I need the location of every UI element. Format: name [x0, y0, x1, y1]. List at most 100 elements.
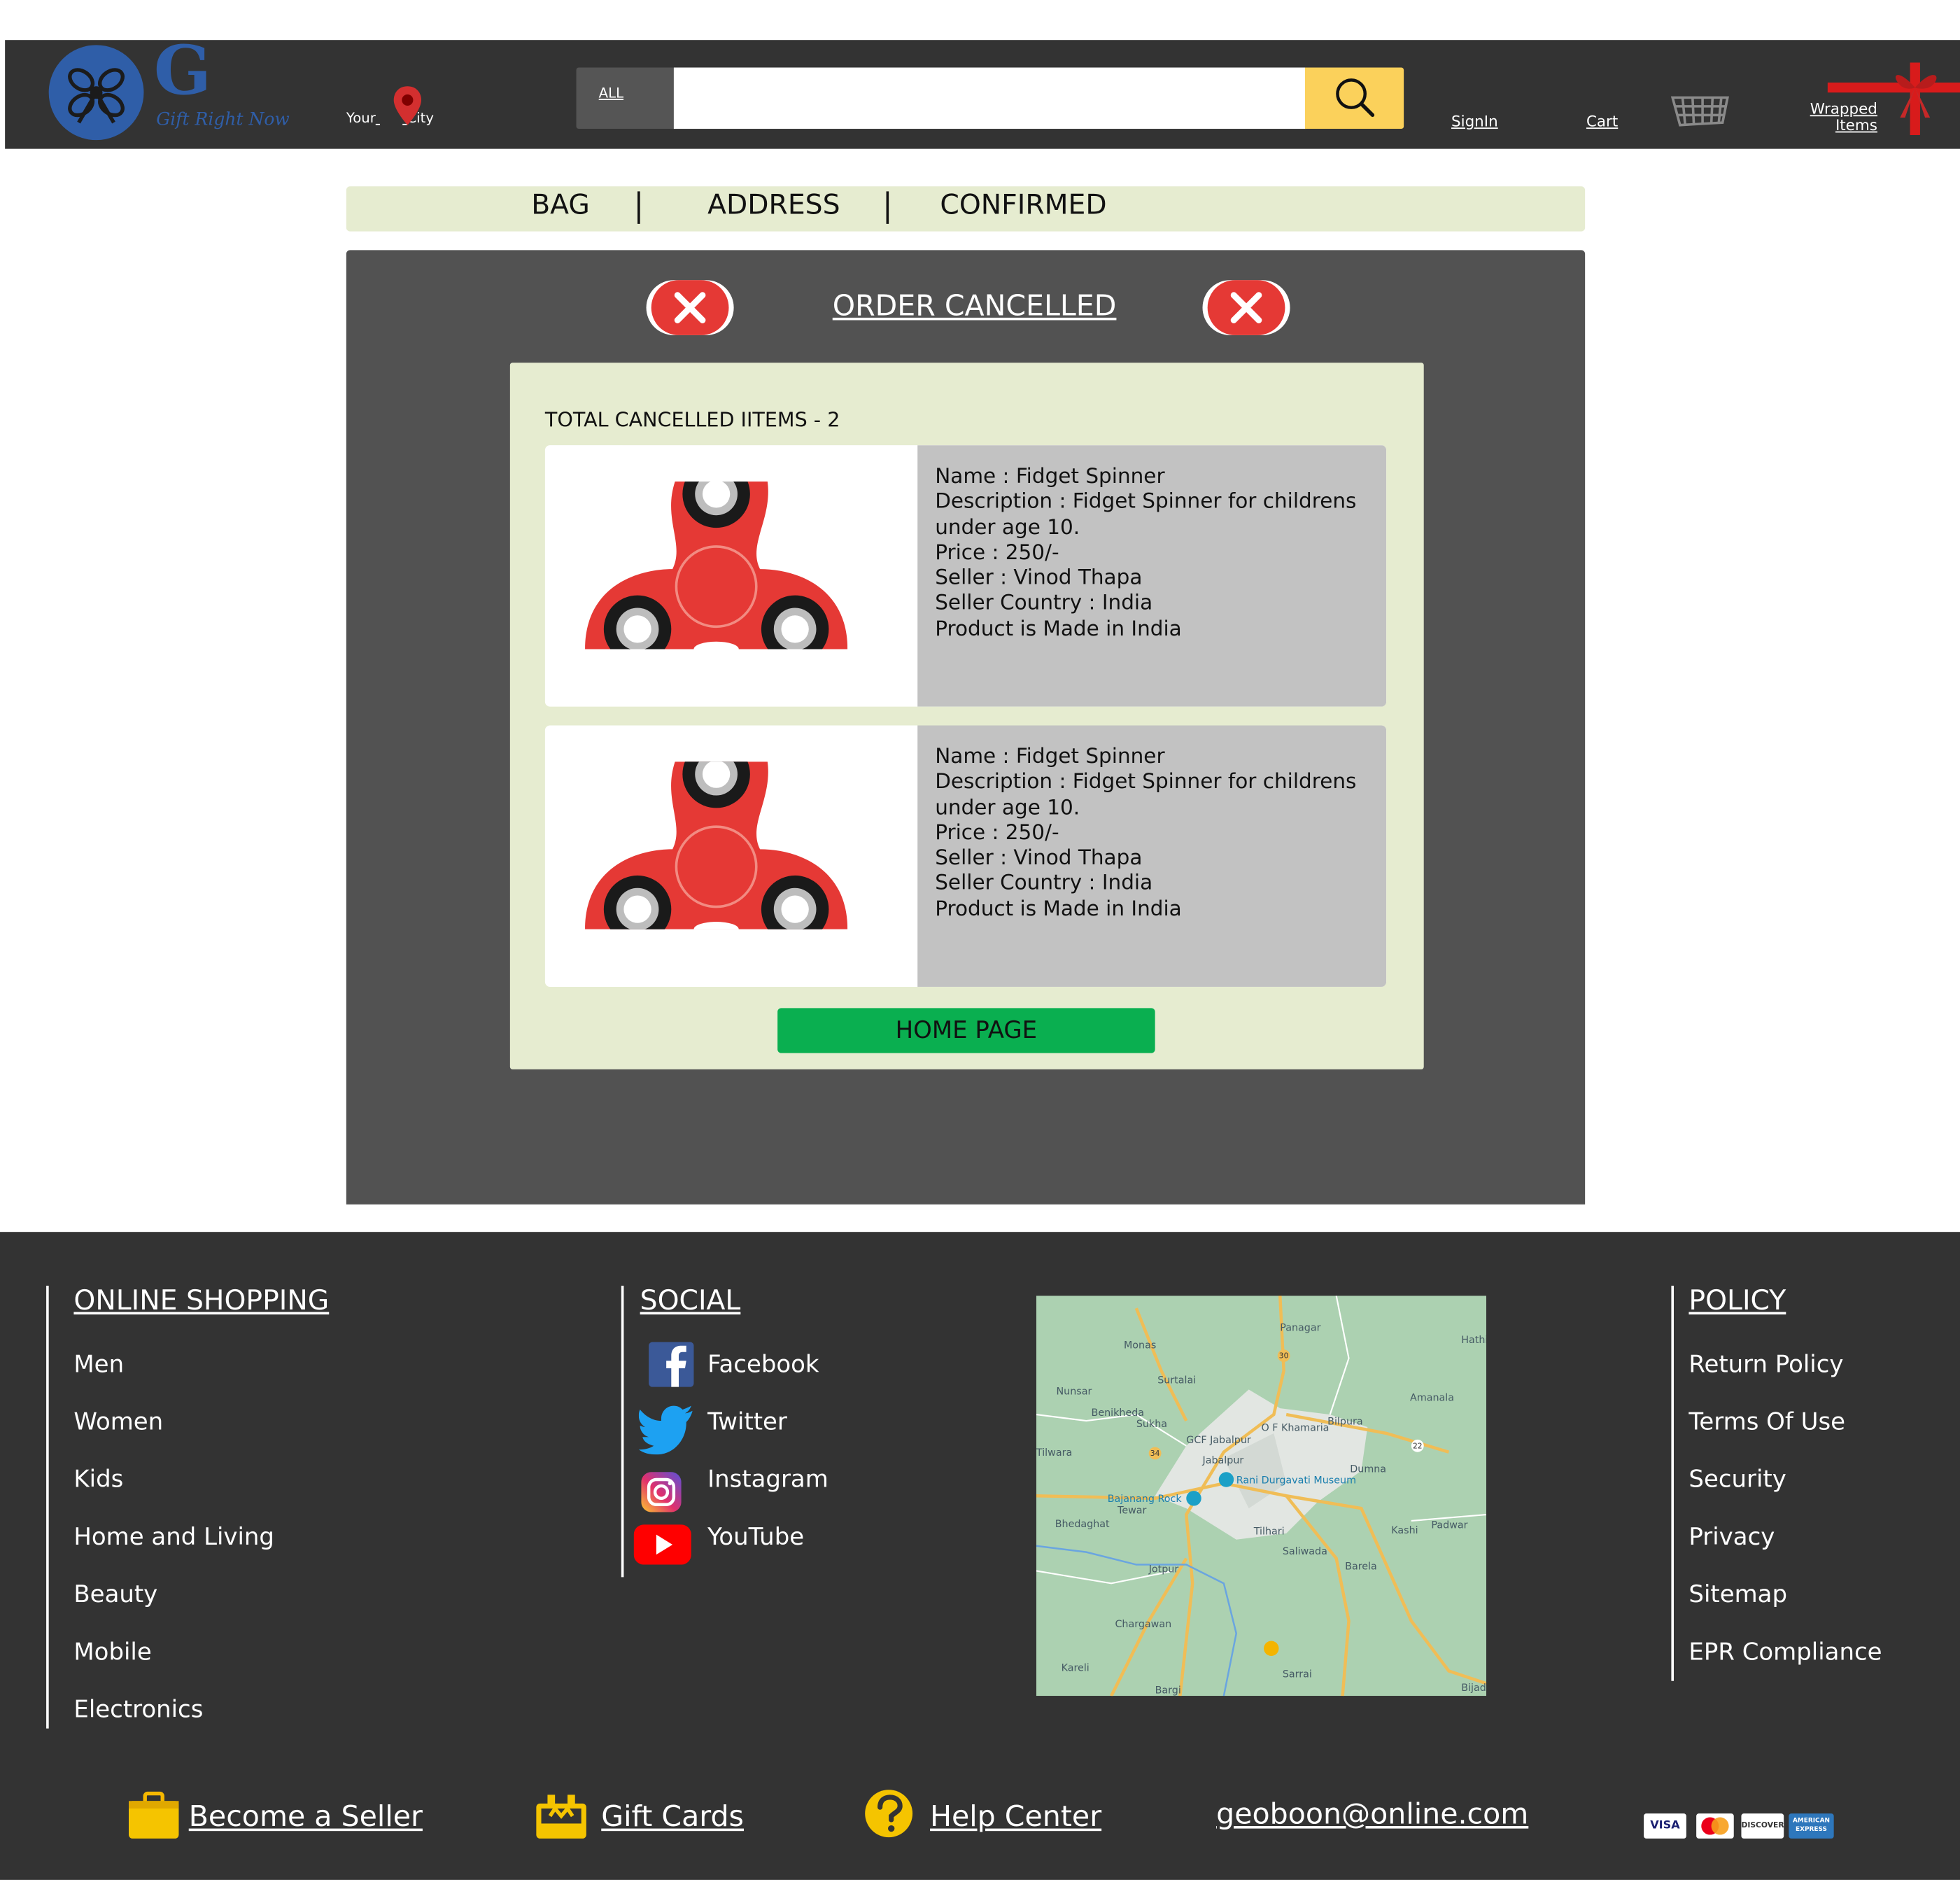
gift-cards-link[interactable]: Gift Cards — [601, 1801, 744, 1833]
shopping-cart-icon[interactable] — [1670, 90, 1730, 133]
gift-bow-icon[interactable] — [48, 45, 144, 141]
item-made-in: Product is Made in India — [935, 896, 1182, 920]
map-label: Bajanang Rock — [1108, 1494, 1183, 1505]
cancelled-item-card[interactable]: Name : Fidget Spinner Description : Fidg… — [544, 445, 1387, 707]
location-pin-icon[interactable] — [393, 85, 423, 128]
map-label: Barela — [1345, 1561, 1377, 1573]
online-shopping-title: ONLINE SHOPPING — [73, 1286, 330, 1317]
map-label: O F Khamaria — [1261, 1422, 1329, 1433]
footer-link-mobile[interactable]: Mobile — [73, 1638, 151, 1666]
cancelled-item-card[interactable]: Name : Fidget Spinner Description : Fidg… — [544, 725, 1387, 987]
item-description: Description : Fidget Spinner for childre… — [935, 489, 1357, 539]
youtube-icon[interactable] — [633, 1522, 691, 1567]
mastercard-icon — [1696, 1813, 1734, 1839]
contact-email-link[interactable]: geoboon@online.com — [1216, 1799, 1528, 1831]
logo-letter[interactable]: G — [154, 30, 211, 110]
fidget-spinner-image — [585, 481, 848, 649]
map-label: Padwar — [1431, 1520, 1467, 1531]
step-bag[interactable]: BAG — [531, 190, 590, 222]
become-seller-link[interactable]: Become a Seller — [189, 1801, 423, 1833]
fidget-spinner-image — [585, 761, 848, 929]
column-divider — [46, 1286, 49, 1729]
location-label-your: Your — [346, 110, 376, 127]
item-seller: Seller : Vinod Thapa — [935, 566, 1143, 590]
footer-link-beauty[interactable]: Beauty — [73, 1581, 157, 1608]
footer-link-kids[interactable]: Kids — [73, 1466, 123, 1493]
order-status-title: ORDER CANCELLED — [832, 290, 1117, 323]
search-button[interactable] — [1305, 67, 1404, 129]
map-label: Amanala — [1410, 1392, 1454, 1403]
footer-link-men[interactable]: Men — [73, 1351, 124, 1378]
map-label: Tilwara — [1036, 1447, 1072, 1459]
step-divider — [886, 191, 889, 224]
map-label: Bijadi — [1461, 1683, 1486, 1694]
location-map[interactable]: Panagar Monas Surtalai Nunsar Benikheda … — [1036, 1295, 1489, 1697]
map-road-number: 30 — [1279, 1351, 1289, 1361]
map-label: Tilhari — [1253, 1526, 1285, 1538]
footer-link-women[interactable]: Women — [73, 1408, 163, 1435]
step-confirmed[interactable]: CONFIRMED — [940, 190, 1106, 222]
policy-title: POLICY — [1688, 1286, 1786, 1317]
item-details: Name : Fidget Spinner Description : Fidg… — [917, 445, 1387, 707]
map-label: GCF Jabalpur — [1186, 1435, 1251, 1446]
policy-link-privacy[interactable]: Privacy — [1688, 1524, 1775, 1551]
map-label: Bhedaghat — [1055, 1519, 1110, 1530]
twitter-icon[interactable] — [638, 1405, 694, 1455]
amex-card-icon: AMERICAN EXPRESS — [1789, 1813, 1834, 1839]
checkout-steps: BAG ADDRESS CONFIRMED — [346, 186, 1586, 232]
footer-link-electronics[interactable]: Electronics — [73, 1696, 203, 1723]
item-details-text: Name : Fidget Spinner Description : Fidg… — [935, 464, 1386, 642]
column-divider — [621, 1286, 624, 1578]
policy-link-epr[interactable]: EPR Compliance — [1688, 1638, 1882, 1666]
total-cancelled-count: TOTAL CANCELLED IITEMS - 2 — [544, 407, 840, 432]
map-label: Panagar — [1280, 1322, 1320, 1333]
signin-link[interactable]: SignIn — [1451, 113, 1498, 130]
map-label: Tewar — [1117, 1505, 1147, 1516]
visa-card-icon: VISA — [1644, 1813, 1686, 1839]
policy-link-terms[interactable]: Terms Of Use — [1688, 1408, 1845, 1435]
cart-link[interactable]: Cart — [1586, 113, 1618, 130]
social-link-twitter[interactable]: Twitter — [707, 1408, 787, 1435]
cancelled-items-box: TOTAL CANCELLED IITEMS - 2 Name: Fidget… — [509, 363, 1424, 1069]
item-price: Price : 250/- — [935, 820, 1059, 845]
order-panel: ORDER CANCELLED TOTAL CANCELLED IITEMS -… — [346, 250, 1586, 1205]
help-center-link[interactable]: Help Center — [930, 1801, 1101, 1833]
footer-link-home-and-living[interactable]: Home and Living — [73, 1524, 274, 1551]
item-seller: Seller : Vinod Thapa — [935, 845, 1143, 870]
search-icon — [1336, 78, 1375, 118]
social-link-youtube[interactable]: YouTube — [707, 1524, 804, 1551]
discover-card-icon: DISCOVER — [1741, 1813, 1784, 1839]
map-label: Nunsar — [1057, 1386, 1092, 1398]
briefcase-icon — [127, 1791, 183, 1841]
home-page-button[interactable]: HOME PAGE — [777, 1008, 1155, 1053]
search-category-dropdown[interactable]: ALL — [576, 67, 674, 129]
map-label: Bargi — [1155, 1685, 1181, 1697]
social-link-instagram[interactable]: Instagram — [707, 1466, 829, 1493]
logo-tagline: Gift Right Now — [156, 110, 290, 130]
map-label: Surtalai — [1157, 1375, 1196, 1386]
item-price: Price : 250/- — [935, 540, 1059, 564]
social-link-facebook[interactable]: Facebook — [707, 1351, 819, 1378]
item-seller-country: Seller Country : India — [935, 871, 1153, 895]
item-made-in: Product is Made in India — [935, 616, 1182, 640]
policy-link-return[interactable]: Return Policy — [1688, 1351, 1843, 1378]
map-label: Jabalpur — [1202, 1455, 1244, 1466]
policy-link-security[interactable]: Security — [1688, 1466, 1786, 1493]
policy-link-sitemap[interactable]: Sitemap — [1688, 1581, 1787, 1608]
item-details-text: Name : Fidget Spinner Description : Fidg… — [935, 744, 1386, 922]
map-label: Sukha — [1136, 1419, 1167, 1430]
cancel-x-icon — [645, 278, 735, 338]
map-label: Kashi — [1391, 1525, 1418, 1536]
facebook-icon[interactable] — [641, 1342, 696, 1387]
map-road-number: 34 — [1150, 1449, 1160, 1458]
search-input[interactable] — [673, 67, 1306, 129]
step-divider — [637, 191, 640, 224]
item-details: Name : Fidget Spinner Description : Fidg… — [917, 725, 1387, 987]
red-ribbon-icon — [1827, 62, 1960, 135]
map-label: Monas — [1124, 1340, 1156, 1351]
step-address[interactable]: ADDRESS — [707, 190, 840, 222]
instagram-icon[interactable] — [639, 1470, 694, 1515]
map-label: Sarrai — [1283, 1669, 1312, 1680]
map-road-number: 22 — [1413, 1441, 1423, 1450]
map-label: Bilpura — [1327, 1416, 1362, 1427]
